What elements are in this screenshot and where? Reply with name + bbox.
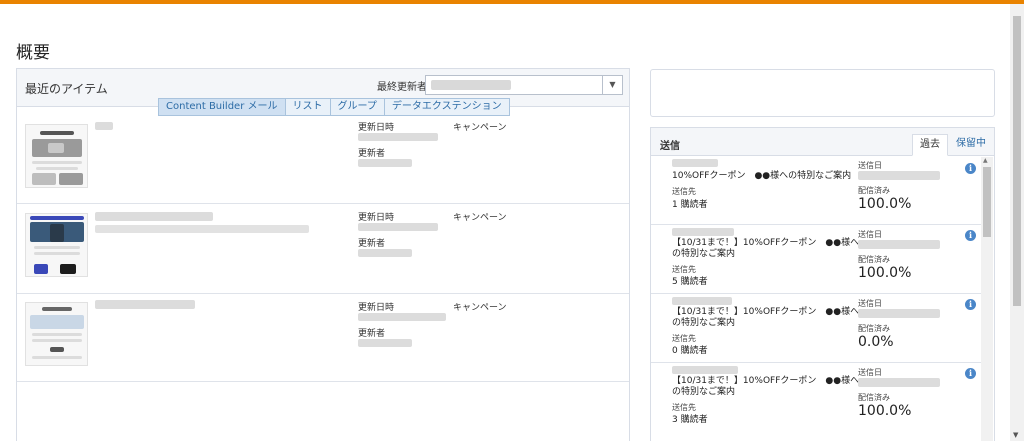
- page-title: 概要: [16, 43, 50, 63]
- dropdown-caret-icon[interactable]: ▼: [602, 76, 622, 94]
- sent-date-label: 送信日: [858, 368, 882, 377]
- updater-label: 更新者: [358, 239, 386, 249]
- recent-items-panel: 最近のアイテム 最終更新者 ▼ Content Builder メール リスト …: [16, 68, 630, 441]
- delivered-label: 配信済み: [858, 255, 890, 264]
- sends-scrollbar-thumb[interactable]: [983, 167, 991, 237]
- scroll-down-icon[interactable]: ▼: [1013, 431, 1018, 439]
- updater-redacted: [358, 249, 412, 257]
- send-list-item[interactable]: 【10/31まで！】10%OFFクーポン ●●様への特別なご案内 送信先 3 購…: [651, 363, 981, 432]
- sends-scrollbar[interactable]: ▲: [981, 157, 993, 441]
- last-updater-label: 最終更新者: [377, 82, 427, 93]
- send-subject: 【10/31まで！】10%OFFクーポン ●●様への特別なご案内: [672, 376, 860, 397]
- send-list-item[interactable]: 【10/31まで！】10%OFFクーポン ●●様への特別なご案内 送信先 0 購…: [651, 294, 981, 363]
- item-type-label: キャンペーン: [453, 213, 507, 223]
- tab-pending[interactable]: 保留中: [949, 134, 993, 156]
- top-accent-bar: [0, 0, 1024, 4]
- item-type-label: キャンペーン: [453, 303, 507, 313]
- tab-past[interactable]: 過去: [912, 134, 948, 156]
- recipient-count: 3 購読者: [672, 415, 708, 425]
- recent-items-title: 最近のアイテム: [25, 82, 108, 96]
- recipient-label: 送信先: [672, 187, 696, 196]
- updater-redacted: [358, 159, 412, 167]
- recent-item-row[interactable]: 更新日時 更新者 キャンペーン: [17, 204, 629, 294]
- sends-title: 送信: [660, 141, 680, 152]
- delivered-rate: 100.0%: [858, 403, 912, 419]
- sent-date-label: 送信日: [858, 299, 882, 308]
- send-name-redacted: [672, 366, 738, 374]
- item-type-label: キャンペーン: [453, 123, 507, 133]
- page-scrollbar-thumb[interactable]: [1013, 16, 1021, 306]
- tab-data-extensions[interactable]: データエクステンション: [383, 98, 510, 116]
- delivered-rate: 100.0%: [858, 196, 912, 212]
- item-name-redacted[interactable]: [95, 122, 113, 130]
- updated-date-label: 更新日時: [358, 123, 395, 133]
- sent-date-redacted: [858, 240, 940, 249]
- scroll-up-icon[interactable]: ▲: [983, 157, 988, 164]
- item-type-tabs: Content Builder メール リスト グループ データエクステンション: [158, 98, 510, 116]
- info-icon[interactable]: i: [965, 368, 976, 379]
- send-subject: 【10/31まで！】10%OFFクーポン ●●様への特別なご案内: [672, 307, 860, 328]
- send-subject: 【10/31まで！】10%OFFクーポン ●●様への特別なご案内: [672, 238, 860, 259]
- recent-item-row[interactable]: 更新日時 更新者 キャンペーン: [17, 114, 629, 204]
- updated-date-label: 更新日時: [358, 213, 395, 223]
- updater-label: 更新者: [358, 329, 386, 339]
- send-list-item[interactable]: 10%OFFクーポン ●●様への特別なご案内 送信先 1 購読者 送信日 配信済…: [651, 156, 981, 225]
- info-icon[interactable]: i: [965, 230, 976, 241]
- updated-date-label: 更新日時: [358, 303, 395, 313]
- item-name-redacted[interactable]: [95, 212, 213, 221]
- email-thumbnail[interactable]: [25, 302, 88, 366]
- updated-date-redacted: [358, 133, 438, 141]
- updater-label: 更新者: [358, 149, 386, 159]
- updater-redacted: [358, 339, 412, 347]
- info-icon[interactable]: i: [965, 299, 976, 310]
- sent-date-label: 送信日: [858, 161, 882, 170]
- item-description-redacted: [95, 225, 309, 233]
- delivered-rate: 100.0%: [858, 265, 912, 281]
- recipient-count: 1 購読者: [672, 200, 708, 210]
- send-subject: 10%OFFクーポン ●●様への特別なご案内: [672, 171, 852, 181]
- sent-date-redacted: [858, 378, 940, 387]
- sends-header: 送信 過去 保留中: [651, 128, 994, 156]
- last-updater-select[interactable]: ▼: [425, 75, 623, 95]
- item-name-redacted[interactable]: [95, 300, 195, 309]
- send-name-redacted: [672, 228, 734, 236]
- updated-date-redacted: [358, 313, 446, 321]
- tab-lists[interactable]: リスト: [284, 98, 331, 116]
- send-list-item[interactable]: 【10/31まで！】10%OFFクーポン ●●様への特別なご案内 送信先 5 購…: [651, 225, 981, 294]
- send-name-redacted: [672, 159, 718, 167]
- empty-widget-box: [650, 69, 995, 117]
- delivered-label: 配信済み: [858, 324, 890, 333]
- info-icon[interactable]: i: [965, 163, 976, 174]
- email-thumbnail[interactable]: [25, 124, 88, 188]
- delivered-label: 配信済み: [858, 393, 890, 402]
- delivered-label: 配信済み: [858, 186, 890, 195]
- sent-date-label: 送信日: [858, 230, 882, 239]
- send-name-redacted: [672, 297, 732, 305]
- recipient-count: 5 購読者: [672, 277, 708, 287]
- sends-panel: 送信 過去 保留中 10%OFFクーポン ●●様への特別なご案内 送信先 1 購…: [650, 127, 995, 441]
- updated-date-redacted: [358, 223, 438, 231]
- tab-groups[interactable]: グループ: [329, 98, 385, 116]
- email-thumbnail[interactable]: [25, 213, 88, 277]
- page-scrollbar[interactable]: ▼: [1010, 4, 1024, 441]
- recent-item-row[interactable]: 更新日時 更新者 キャンペーン: [17, 294, 629, 382]
- selected-user-redacted: [431, 80, 511, 90]
- sent-date-redacted: [858, 171, 940, 180]
- sent-date-redacted: [858, 309, 940, 318]
- recipient-count: 0 購読者: [672, 346, 708, 356]
- delivered-rate: 0.0%: [858, 334, 894, 350]
- tab-content-builder-email[interactable]: Content Builder メール: [158, 98, 286, 116]
